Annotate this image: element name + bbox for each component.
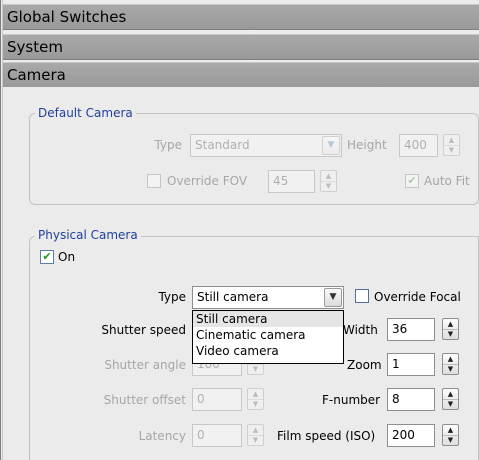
default-type-label: Type: [154, 138, 182, 152]
stepper-down-icon[interactable]: ▼: [443, 399, 458, 409]
shutter-offset-input: 0: [192, 388, 242, 411]
chevron-down-icon: ▼: [322, 136, 340, 155]
left-border: [0, 0, 1, 460]
override-focal-label: Override Focal: [374, 290, 461, 304]
physical-type-label: Type: [158, 290, 186, 304]
stepper-down-icon: ▼: [325, 182, 332, 190]
shutter-offset-label: Shutter offset: [103, 393, 186, 407]
film-speed-stepper[interactable]: ▲ ▼: [442, 424, 459, 446]
default-camera-group: [29, 113, 479, 205]
shutter-speed-label: Shutter speed: [101, 323, 186, 337]
section-global-switches-label: Global Switches: [7, 8, 127, 26]
film-speed-label: Film speed (ISO): [277, 429, 376, 443]
fov-stepper: ▲ ▼: [320, 170, 337, 192]
section-global-switches[interactable]: Global Switches: [3, 4, 479, 30]
override-fov-checkbox: [147, 174, 161, 188]
zoom-value: 1: [392, 357, 400, 371]
f-number-value: 8: [392, 392, 400, 406]
override-focal-checkbox[interactable]: [355, 289, 369, 303]
physical-camera-legend: Physical Camera: [35, 228, 141, 242]
f-number-input[interactable]: 8: [387, 388, 435, 411]
fov-input: 45: [268, 170, 315, 193]
stepper-down-icon: ▼: [252, 400, 259, 408]
f-number-stepper[interactable]: ▲ ▼: [442, 388, 459, 410]
height-input: 400: [399, 134, 438, 157]
width-stepper[interactable]: ▲ ▼: [442, 318, 459, 340]
physical-type-value: Still camera: [197, 290, 269, 304]
section-camera-label: Camera: [7, 66, 66, 84]
stepper-down-icon: ▼: [252, 436, 259, 444]
physical-type-select[interactable]: Still camera ▼: [192, 286, 344, 309]
height-value: 400: [404, 138, 427, 152]
stepper-down-icon[interactable]: ▼: [443, 435, 458, 445]
stepper-down-icon: ▼: [252, 365, 259, 373]
default-type-select: Standard ▼: [190, 134, 342, 157]
shutter-offset-stepper: ▲ ▼: [247, 388, 264, 410]
dropdown-option-video-camera[interactable]: Video camera: [193, 343, 343, 359]
width-value: 36: [392, 322, 408, 336]
override-fov-label: Override FOV: [167, 174, 248, 188]
zoom-input[interactable]: 1: [387, 353, 435, 376]
width-label: Width: [343, 323, 378, 337]
f-number-label: F-number: [322, 393, 381, 407]
on-label: On: [58, 250, 76, 264]
section-system-label: System: [7, 38, 63, 56]
on-checkbox[interactable]: ✔: [40, 250, 54, 264]
shutter-angle-label: Shutter angle: [104, 358, 186, 372]
physical-type-dropdown-list: Still camera Cinematic camera Video came…: [192, 310, 344, 364]
section-camera[interactable]: Camera: [3, 62, 479, 88]
auto-fit-label: Auto Fit: [424, 174, 470, 188]
width-input[interactable]: 36: [387, 318, 435, 341]
chevron-down-icon[interactable]: ▼: [324, 288, 342, 307]
default-type-value: Standard: [195, 138, 250, 152]
fov-value: 45: [273, 174, 289, 188]
stepper-down-icon: ▼: [448, 146, 455, 154]
shutter-offset-value: 0: [197, 392, 205, 406]
dropdown-option-cinematic-camera[interactable]: Cinematic camera: [193, 327, 343, 343]
film-speed-input[interactable]: 200: [387, 424, 435, 447]
film-speed-value: 200: [392, 428, 415, 442]
stepper-down-icon[interactable]: ▼: [443, 329, 458, 339]
latency-label: Latency: [138, 429, 186, 443]
stepper-down-icon[interactable]: ▼: [443, 364, 458, 374]
latency-value: 0: [197, 428, 205, 442]
section-system[interactable]: System: [3, 34, 479, 60]
height-label: Height: [347, 138, 387, 152]
height-stepper: ▲ ▼: [443, 134, 460, 156]
default-camera-legend: Default Camera: [35, 106, 136, 120]
latency-input: 0: [192, 424, 242, 447]
latency-stepper: ▲ ▼: [247, 424, 264, 446]
zoom-label: Zoom: [347, 358, 382, 372]
dropdown-option-still-camera[interactable]: Still camera: [193, 311, 343, 327]
auto-fit-checkbox: ✔: [405, 174, 419, 188]
zoom-stepper[interactable]: ▲ ▼: [442, 353, 459, 375]
